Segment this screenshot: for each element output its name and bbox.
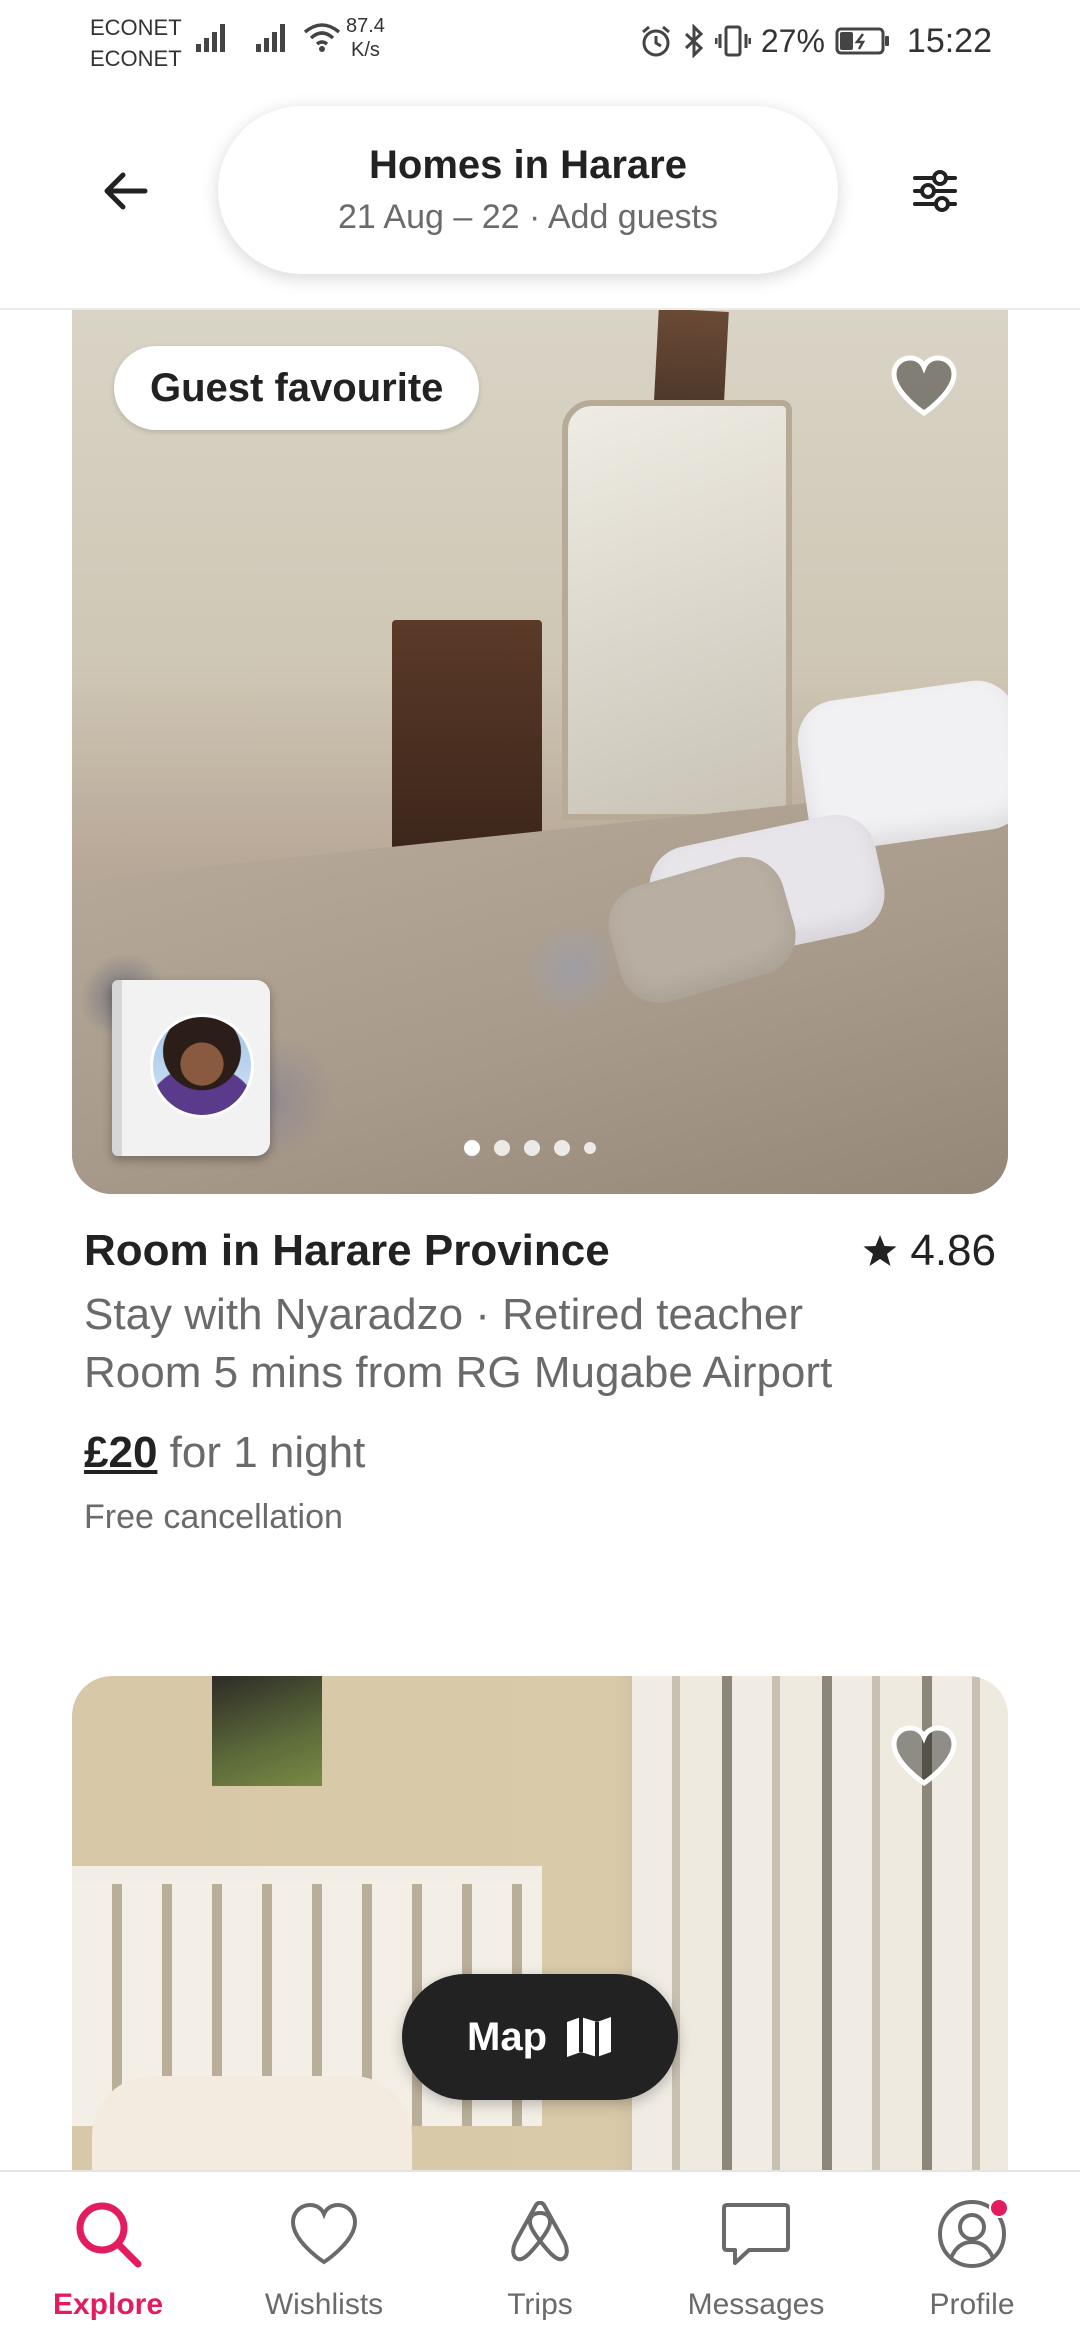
message-icon [720,2198,792,2270]
pagination-dot [524,1140,540,1156]
nav-profile[interactable]: Profile [864,2172,1080,2340]
nightstand-decor [392,620,542,850]
filter-sliders-icon [913,170,957,212]
battery-percent: 27% [760,22,825,59]
search-header: Homes in Harare 21 Aug – 22 · Add guests [0,82,1080,310]
nav-label: Wishlists [264,2288,384,2321]
rating-value: 4.86 [910,1226,996,1275]
carrier-1: ECONET [90,15,182,40]
listing-description: Room 5 mins from RG Mugabe Airport [84,1348,833,1397]
guest-favourite-badge: Guest favourite [114,346,480,430]
listing-title: Room in Harare Province [84,1226,610,1275]
signal-icon [196,24,225,52]
heart-icon [288,2198,360,2270]
map-toggle-button[interactable]: Map [402,1974,678,2100]
arrow-left-icon [104,172,148,210]
nav-explore[interactable]: Explore [0,2172,216,2340]
filters-button[interactable] [900,156,970,226]
status-right: 27% 15:22 [639,16,992,66]
pagination-dot [584,1142,596,1154]
mirror-decor [562,400,792,820]
back-button[interactable] [90,156,160,226]
alarm-icon [641,25,670,57]
search-location-title: Homes in Harare [369,143,687,187]
pagination-dot [464,1140,480,1156]
heart-icon [891,1725,957,1787]
search-dates-guests: 21 Aug – 22 · Add guests [338,198,718,236]
nav-trips[interactable]: Trips [432,2172,648,2340]
listing-info[interactable]: Room in Harare Province 4.86 Stay with N… [84,1226,996,1537]
carrier-2: ECONET [90,46,182,71]
nav-messages[interactable]: Messages [648,2172,864,2340]
map-button-label: Map [467,2014,547,2059]
price-row: £20 for 1 night [84,1428,996,1478]
listing-rating: 4.86 [862,1226,996,1276]
map-icon [567,2017,611,2057]
network-speed: 87.4 K/s [346,15,385,61]
nav-label: Messages [687,2288,825,2321]
star-icon [863,1235,897,1266]
price-value[interactable]: £20 [84,1428,157,1477]
bluetooth-icon [684,24,704,58]
host-avatar [150,1014,254,1118]
photo-pagination-dots [464,1140,596,1156]
wall-picture-decor [212,1676,322,1786]
heart-icon [891,355,957,417]
nav-wishlists[interactable]: Wishlists [216,2172,432,2340]
wifi-icon [303,23,341,52]
pagination-dot [554,1140,570,1156]
carrier-labels: ECONET ECONET [90,12,182,74]
wishlist-heart-button-2[interactable] [888,1720,960,1792]
notification-dot [989,2198,1009,2218]
clock: 15:22 [906,21,992,60]
nav-label: Profile [929,2288,1015,2321]
pagination-dot [494,1140,510,1156]
signal-icon-2 [256,24,285,52]
nav-label: Explore [52,2288,164,2321]
host-profile-card[interactable] [112,980,270,1156]
listing-photo-carousel[interactable]: Guest favourite [72,310,1008,1194]
nav-label: Trips [507,2288,573,2321]
search-icon [72,2198,144,2270]
battery-icon [835,27,889,55]
vibrate-icon [714,25,751,57]
listing-host-line: Stay with Nyaradzo · Retired teacher [84,1290,803,1339]
wishlist-heart-button[interactable] [888,350,960,422]
status-bar: ECONET ECONET 87.4 K/s 27% 15:22 [0,0,1080,82]
bottom-navigation: Explore Wishlists Trips Messages Profile [0,2170,1080,2340]
search-summary-pill[interactable]: Homes in Harare 21 Aug – 22 · Add guests [218,106,838,274]
price-suffix: for 1 night [157,1428,366,1477]
airbnb-logo-icon [504,2198,576,2270]
cancellation-policy: Free cancellation [84,1498,343,1536]
